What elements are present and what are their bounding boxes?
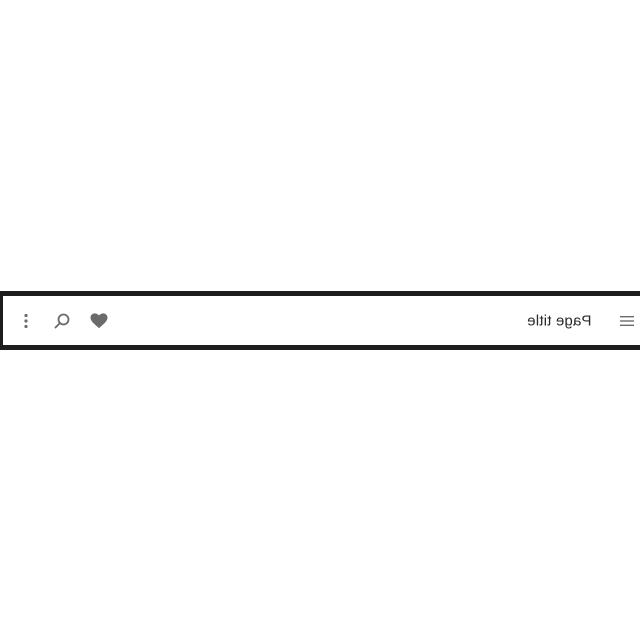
menu-icon xyxy=(620,315,634,326)
more-vert-icon xyxy=(24,313,28,328)
favorite-button[interactable] xyxy=(85,307,113,335)
search-button[interactable] xyxy=(48,307,76,335)
more-options-button[interactable] xyxy=(12,307,40,335)
page-title: Page title xyxy=(527,312,592,329)
menu-button[interactable] xyxy=(613,307,640,335)
heart-icon xyxy=(90,312,108,328)
search-icon xyxy=(54,313,70,328)
top-app-bar: Page title xyxy=(0,291,640,350)
